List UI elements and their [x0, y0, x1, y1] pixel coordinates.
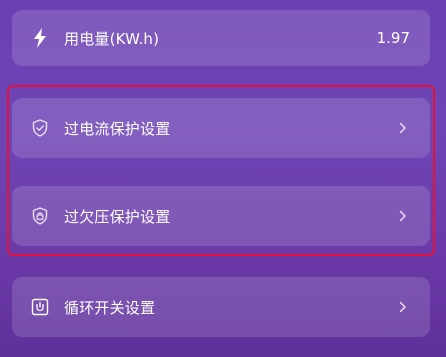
- over-under-voltage-protection-label: 过欠压保护设置: [64, 207, 171, 226]
- power-usage-label: 用电量(KW.h): [64, 29, 160, 48]
- lock-shield-icon: [30, 206, 50, 226]
- overcurrent-protection-label: 过电流保护设置: [64, 119, 171, 138]
- cycle-switch-icon: [30, 297, 50, 317]
- chevron-right-icon: [396, 209, 410, 223]
- cycle-switch-settings-row[interactable]: 循环开关设置: [12, 277, 430, 337]
- over-under-voltage-protection-settings-row[interactable]: 过欠压保护设置: [12, 186, 430, 246]
- power-usage-card: 用电量(KW.h) 1.97: [12, 10, 430, 66]
- chevron-right-icon: [396, 121, 410, 135]
- lightning-icon: [30, 28, 50, 48]
- shield-icon: [30, 118, 50, 138]
- overcurrent-protection-settings-row[interactable]: 过电流保护设置: [12, 98, 430, 158]
- power-usage-value: 1.97: [376, 29, 410, 47]
- chevron-right-icon: [396, 300, 410, 314]
- cycle-switch-label: 循环开关设置: [64, 298, 156, 317]
